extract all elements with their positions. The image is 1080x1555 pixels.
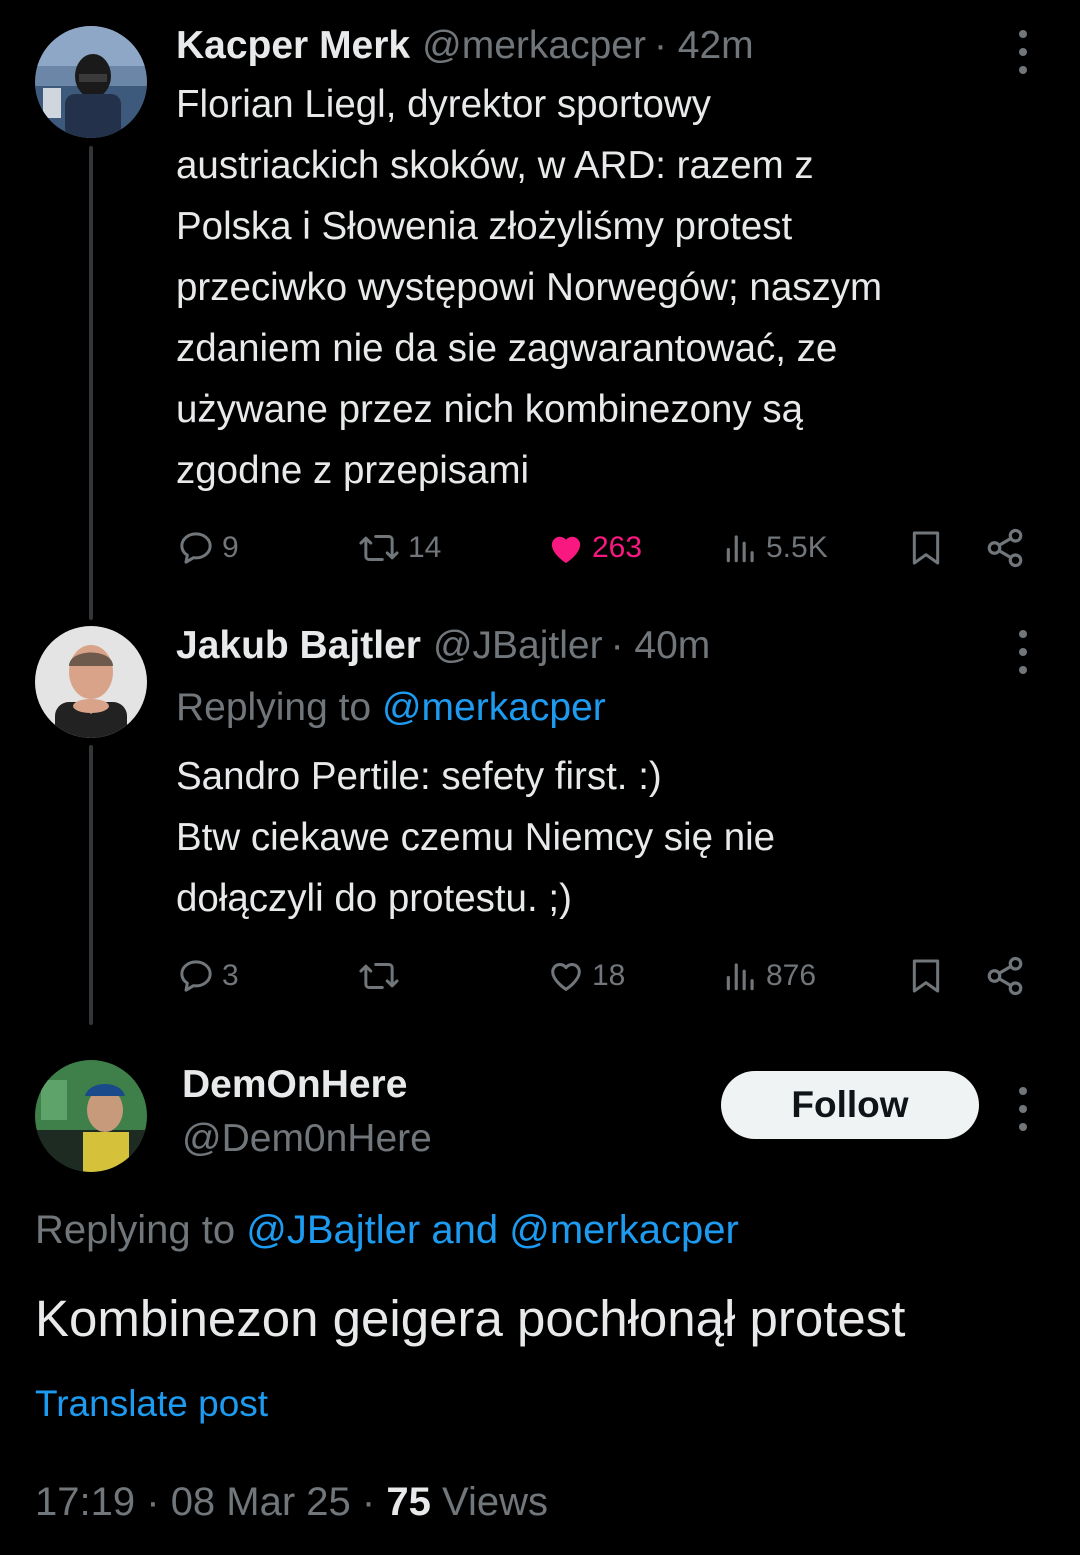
share-icon xyxy=(987,956,1023,996)
tweet-header: Kacper Merk @merkacper · 42m xyxy=(176,20,754,72)
tweet-header: Jakub Bajtler @JBajtler · 40m xyxy=(176,620,710,672)
tweet-line: austriackich skoków, w ARD: razem z xyxy=(176,144,814,187)
replying-and: and xyxy=(431,1208,499,1252)
tweet-line: dołączyli do protestu. ;) xyxy=(176,877,572,920)
heart-icon xyxy=(551,963,581,991)
separator: · xyxy=(146,1480,160,1524)
follow-button[interactable]: Follow xyxy=(721,1071,979,1139)
post-date[interactable]: 08 Mar 25 xyxy=(171,1480,351,1524)
replying-label: Replying to xyxy=(35,1208,236,1252)
like-button[interactable]: 263 xyxy=(546,526,642,570)
thread-connector xyxy=(89,146,93,620)
tweet-text: Florian Liegl, dyrektor sportowy austria… xyxy=(176,74,1056,501)
more-options-icon[interactable] xyxy=(1018,1087,1028,1131)
tweet-text: Sandro Pertile: sefety first. :) Btw cie… xyxy=(176,746,1056,929)
views-button[interactable]: 876 xyxy=(722,954,816,998)
more-options-icon[interactable] xyxy=(1018,30,1028,74)
mention-link[interactable]: @merkacper xyxy=(382,686,606,729)
thread-connector xyxy=(89,745,93,1025)
author-name[interactable]: DemOnHere xyxy=(182,1060,407,1110)
views-count: 876 xyxy=(766,959,817,992)
bookmark-button[interactable] xyxy=(906,954,946,998)
views-icon xyxy=(726,535,754,563)
bookmark-icon xyxy=(912,531,940,565)
author-name[interactable]: Jakub Bajtler xyxy=(176,624,421,668)
like-count: 18 xyxy=(592,959,626,992)
reply-button[interactable]: 9 xyxy=(176,526,239,570)
tweet-line: Florian Liegl, dyrektor sportowy xyxy=(176,83,711,126)
views-label: Views xyxy=(442,1480,548,1524)
repost-icon xyxy=(359,535,399,561)
avatar-demonhere[interactable] xyxy=(35,1060,147,1172)
views-count: 75 xyxy=(386,1480,431,1524)
tweet-line: używane przez nich kombinezony są xyxy=(176,388,804,431)
replying-to-line: Replying to @merkacper xyxy=(176,680,606,736)
repost-button[interactable] xyxy=(356,954,408,998)
tweet-line: przeciwko występowi Norwegów; naszym xyxy=(176,266,883,309)
tweet-time[interactable]: · 42m xyxy=(654,24,754,68)
like-count: 263 xyxy=(592,531,643,564)
reply-button[interactable]: 3 xyxy=(176,954,239,998)
reply-count: 9 xyxy=(222,531,239,564)
mention-link[interactable]: @merkacper xyxy=(509,1208,739,1252)
translate-link[interactable]: Translate post xyxy=(35,1378,268,1430)
views-count: 5.5K xyxy=(766,531,828,564)
tweet-time[interactable]: · 40m xyxy=(611,624,711,668)
separator: · xyxy=(361,1480,376,1524)
views-icon xyxy=(726,963,754,991)
views-button[interactable]: 5.5K xyxy=(722,526,828,570)
mention-link[interactable]: @JBajtler xyxy=(246,1208,420,1252)
avatar-photo xyxy=(35,26,147,138)
author-name[interactable]: Kacper Merk xyxy=(176,24,410,68)
repost-count: 14 xyxy=(408,531,442,564)
bookmark-button[interactable] xyxy=(906,526,946,570)
reply-icon xyxy=(180,532,212,564)
reply-icon xyxy=(180,960,212,992)
avatar-kacper-merk[interactable] xyxy=(35,26,147,138)
replying-to-line: Replying to @JBajtler and @merkacper xyxy=(35,1200,739,1260)
avatar-photo xyxy=(35,626,147,738)
replying-label: Replying to xyxy=(176,686,372,729)
follow-button-label: Follow xyxy=(791,1084,909,1125)
post-time[interactable]: 17:19 xyxy=(35,1480,135,1524)
share-icon xyxy=(987,528,1023,568)
avatar-jakub-bajtler[interactable] xyxy=(35,626,147,738)
like-button[interactable]: 18 xyxy=(546,954,625,998)
reply-count: 3 xyxy=(222,959,239,992)
repost-icon xyxy=(359,963,399,989)
bookmark-icon xyxy=(912,959,940,993)
more-options-icon[interactable] xyxy=(1018,630,1028,674)
tweet-line: zdaniem nie da sie zagwarantować, ze xyxy=(176,327,838,370)
post-text: Kombinezon geigera pochłonął protest xyxy=(35,1290,906,1347)
tweet-line: Polska i Słowenia złożyliśmy protest xyxy=(176,205,793,248)
author-handle[interactable]: @merkacper xyxy=(422,24,646,68)
tweet-line: Btw ciekawe czemu Niemcy się nie xyxy=(176,816,776,859)
avatar-photo xyxy=(35,1060,147,1172)
heart-filled-icon xyxy=(551,536,581,563)
share-button[interactable] xyxy=(984,954,1026,998)
author-handle[interactable]: @Dem0nHere xyxy=(182,1114,432,1164)
post-timestamp-row: 17:19 · 08 Mar 25 · 75 Views xyxy=(35,1474,548,1530)
tweet-line: zgodne z przepisami xyxy=(176,449,530,492)
tweet-line: Sandro Pertile: sefety first. :) xyxy=(176,755,662,798)
repost-button[interactable]: 14 xyxy=(356,526,441,570)
author-handle[interactable]: @JBajtler xyxy=(433,624,603,668)
share-button[interactable] xyxy=(984,526,1026,570)
